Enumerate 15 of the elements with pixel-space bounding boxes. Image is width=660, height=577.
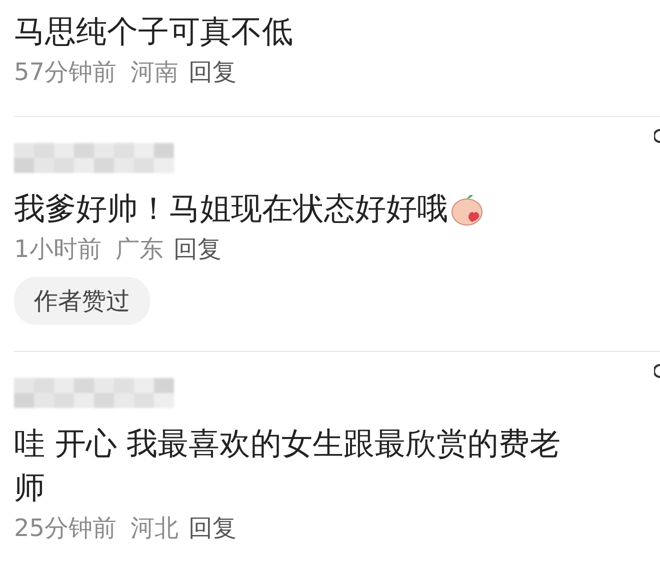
reply-link[interactable]: 回复: [188, 58, 237, 86]
comment-text: 哇 开心 我最喜欢的女生跟最欣赏的费老师: [14, 426, 561, 506]
comment-location: 河北: [130, 514, 179, 542]
comment-location: 广东: [115, 235, 164, 263]
comment-time: 1小时前: [14, 235, 102, 263]
reply-link[interactable]: 回复: [173, 235, 222, 263]
comment-time: 57分钟前: [14, 58, 117, 86]
comment-time: 25分钟前: [14, 514, 117, 542]
comment-text: 我爹好帅！马姐现在状态好好哦: [14, 191, 448, 227]
reply-link[interactable]: 回复: [188, 514, 237, 542]
comment-text: 马思纯个子可真不低: [14, 14, 293, 50]
partial-icon[interactable]: [654, 129, 660, 143]
comment-location: 河南: [130, 58, 179, 86]
author-liked-badge: 作者赞过: [14, 277, 150, 325]
partial-icon[interactable]: [654, 364, 660, 378]
